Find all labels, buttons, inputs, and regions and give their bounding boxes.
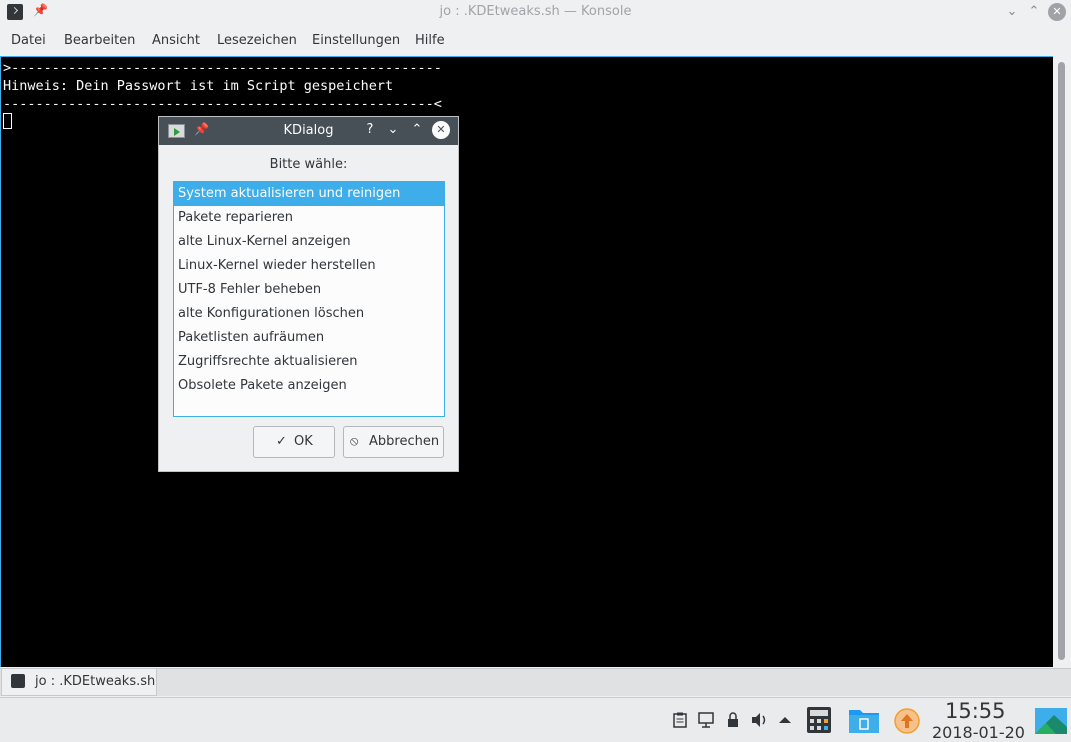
- cancel-button[interactable]: ⦸ Abbrechen: [343, 426, 444, 458]
- menu-bearbeiten[interactable]: Bearbeiten: [64, 33, 135, 48]
- show-desktop-icon[interactable]: [1034, 707, 1068, 735]
- terminal-cursor: [3, 113, 12, 129]
- kdialog-window: 📌 KDialog ? ⌄ ⌃ ✕ Bitte wähle: System ak…: [158, 116, 459, 472]
- lock-icon[interactable]: [727, 712, 739, 728]
- trash-folder-icon[interactable]: [848, 706, 880, 734]
- menu-einstellungen[interactable]: Einstellungen: [312, 33, 400, 48]
- list-item[interactable]: alte Linux-Kernel anzeigen: [174, 230, 444, 254]
- terminal-tab-icon: [11, 674, 25, 688]
- list-item[interactable]: Linux-Kernel wieder herstellen: [174, 254, 444, 278]
- check-icon: ✓: [276, 434, 287, 449]
- menu-ansicht[interactable]: Ansicht: [152, 33, 200, 48]
- network-icon[interactable]: [698, 712, 714, 728]
- maximize-button[interactable]: ⌃: [1025, 3, 1043, 21]
- menubar: Datei Bearbeiten Ansicht Lesezeichen Ein…: [0, 28, 1071, 54]
- menu-hilfe[interactable]: Hilfe: [415, 33, 445, 48]
- list-item[interactable]: alte Konfigurationen löschen: [174, 302, 444, 326]
- menu-lesezeichen[interactable]: Lesezeichen: [217, 33, 297, 48]
- list-item[interactable]: UTF-8 Fehler beheben: [174, 278, 444, 302]
- dialog-minimize-button[interactable]: ⌄: [384, 121, 402, 139]
- clock-time[interactable]: 15:55: [945, 699, 1006, 723]
- scrollbar-thumb[interactable]: [1058, 62, 1065, 660]
- volume-icon[interactable]: [751, 712, 769, 728]
- list-item[interactable]: Zugriffsrechte aktualisieren: [174, 350, 444, 374]
- dialog-help-button[interactable]: ?: [361, 121, 379, 139]
- terminal-line-3: ----------------------------------------…: [3, 96, 442, 112]
- clipboard-icon[interactable]: [673, 712, 687, 728]
- list-item[interactable]: Pakete reparieren: [174, 206, 444, 230]
- system-tray-expand-icon[interactable]: [778, 716, 792, 724]
- options-list[interactable]: System aktualisieren und reinigen Pakete…: [173, 181, 445, 417]
- terminal-line-2: Hinweis: Dein Passwort ist im Script ges…: [3, 78, 394, 94]
- cancel-label: Abbrechen: [369, 434, 440, 449]
- window-titlebar[interactable]: 📌 jo : .KDEtweaks.sh — Konsole ⌄ ⌃ ✕: [0, 0, 1071, 24]
- list-item[interactable]: Paketlisten aufräumen: [174, 326, 444, 350]
- terminal-line-1: >---------------------------------------…: [3, 60, 442, 76]
- clock-date[interactable]: 2018-01-20: [932, 723, 1025, 742]
- dialog-close-button[interactable]: ✕: [432, 121, 450, 139]
- minimize-button[interactable]: ⌄: [1003, 3, 1021, 21]
- list-item[interactable]: System aktualisieren und reinigen: [174, 182, 444, 206]
- update-notifier-icon[interactable]: [894, 708, 920, 734]
- dialog-titlebar[interactable]: 📌 KDialog ? ⌄ ⌃ ✕: [159, 117, 458, 145]
- menu-datei[interactable]: Datei: [11, 33, 46, 48]
- tab-bar: jo : .KDEtweaks.sh: [0, 668, 1071, 696]
- tab-label: jo : .KDEtweaks.sh: [35, 674, 156, 689]
- system-panel: 15:55 2018-01-20: [0, 697, 1071, 742]
- close-button[interactable]: ✕: [1048, 3, 1066, 21]
- window-title: jo : .KDEtweaks.sh — Konsole: [439, 4, 632, 19]
- dialog-prompt: Bitte wähle:: [269, 157, 348, 172]
- terminal-output: >---------------------------------------…: [3, 59, 442, 113]
- tab-kdetweaks[interactable]: jo : .KDEtweaks.sh: [1, 669, 157, 696]
- ok-label: OK: [294, 434, 313, 449]
- cancel-icon: ⦸: [350, 434, 359, 449]
- dialog-maximize-button[interactable]: ⌃: [408, 121, 426, 139]
- terminal-scrollbar[interactable]: [1054, 56, 1071, 667]
- list-item[interactable]: Obsolete Pakete anzeigen: [174, 374, 444, 398]
- calculator-icon[interactable]: [806, 706, 832, 734]
- ok-button[interactable]: ✓ OK: [253, 426, 335, 458]
